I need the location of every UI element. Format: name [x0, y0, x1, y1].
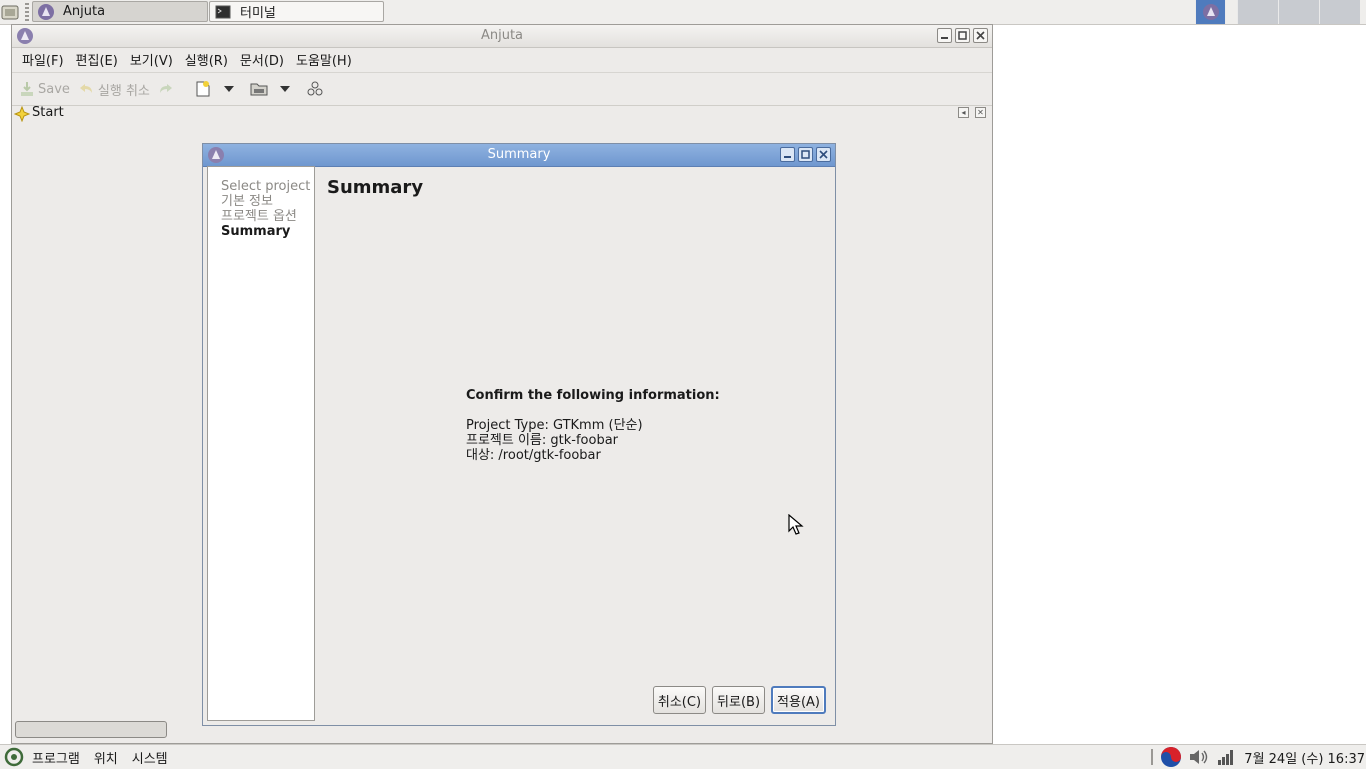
input-method-icon[interactable]	[1160, 746, 1182, 768]
info-target: 대상: /root/gtk-foobar	[466, 448, 601, 463]
new-file-icon	[196, 81, 210, 97]
new-file-dropdown[interactable]	[220, 76, 238, 102]
taskbar-item-terminal[interactable]: 터미널	[209, 1, 384, 22]
anjuta-icon	[1202, 4, 1219, 20]
tray-handle[interactable]	[1150, 748, 1154, 766]
info-project-name: 프로젝트 이름: gtk-foobar	[466, 433, 619, 448]
undo-icon	[79, 84, 92, 93]
open-button[interactable]	[250, 76, 272, 102]
step-basic-info: 기본 정보	[221, 194, 273, 209]
menu-view[interactable]: 보기(V)	[124, 50, 179, 69]
menu-system[interactable]: 시스템	[132, 748, 168, 767]
menubar: 파일(F) 편집(E) 보기(V) 실행(R) 문서(D) 도움말(H)	[12, 47, 992, 71]
chevron-down-icon	[279, 86, 290, 92]
summary-info: Project Type: GTKmm (단순) 프로젝트 이름: gtk-fo…	[466, 418, 643, 463]
system-tray: 7월 24일 (수) 16:37	[1144, 745, 1366, 769]
menu-document[interactable]: 문서(D)	[234, 50, 290, 69]
dialog-title: Summary	[487, 147, 551, 162]
page-title: Summary	[327, 177, 424, 198]
confirm-heading: Confirm the following information:	[466, 388, 720, 403]
new-file-button[interactable]	[194, 76, 216, 102]
status-progress-bar	[15, 721, 167, 738]
step-summary: Summary	[221, 224, 291, 239]
save-label: Save	[38, 81, 70, 97]
step-select-project: Select project	[221, 179, 311, 194]
window-title: Anjuta	[480, 28, 524, 43]
bottom-panel: 프로그램 위치 시스템 7월 24일 (수) 16:37	[0, 744, 1366, 769]
summary-dialog: Summary Select project 기본 정보 프로젝트 옵션 Sum…	[202, 143, 836, 726]
dialog-titlebar[interactable]: Summary	[203, 144, 835, 167]
mouse-cursor-icon	[788, 514, 804, 535]
cancel-button[interactable]: 취소(C)	[652, 686, 707, 714]
workspace-3[interactable]	[1278, 0, 1319, 24]
info-project-type: Project Type: GTKmm (단순)	[466, 418, 643, 433]
chevron-down-icon	[223, 86, 234, 92]
dialog-close-button[interactable]	[816, 147, 831, 162]
workspace-1[interactable]	[1195, 0, 1225, 24]
menu-help[interactable]: 도움말(H)	[290, 50, 358, 69]
menu-file[interactable]: 파일(F)	[16, 50, 70, 69]
workspace-separator	[1225, 0, 1237, 24]
save-icon	[21, 82, 33, 96]
panel-handle[interactable]	[25, 3, 29, 21]
undo-button[interactable]: 실행 취소	[78, 76, 150, 102]
step-project-options: 프로젝트 옵션	[221, 209, 297, 224]
network-icon[interactable]	[1216, 747, 1236, 767]
distro-logo-icon	[4, 747, 24, 767]
workspace-4[interactable]	[1319, 0, 1360, 24]
minimize-button[interactable]	[937, 28, 952, 43]
close-button[interactable]	[973, 28, 988, 43]
menu-places[interactable]: 위치	[94, 748, 118, 767]
plugins-button[interactable]	[306, 76, 328, 102]
redo-icon	[159, 84, 172, 93]
clock[interactable]: 7월 24일 (수) 16:37	[1244, 748, 1365, 767]
dialog-maximize-button[interactable]	[798, 147, 813, 162]
workspace-2[interactable]	[1237, 0, 1278, 24]
dialog-minimize-button[interactable]	[780, 147, 795, 162]
apply-button[interactable]: 적용(A)	[771, 686, 826, 714]
maximize-button[interactable]	[955, 28, 970, 43]
volume-icon[interactable]	[1188, 747, 1210, 767]
top-panel: Anjuta 터미널	[0, 0, 1366, 25]
workspace-switcher	[1195, 0, 1360, 24]
dock-iconify-button[interactable]: ◂	[958, 107, 969, 118]
redo-button[interactable]	[158, 76, 178, 102]
open-dropdown[interactable]	[276, 76, 294, 102]
dock-close-button[interactable]: ✕	[975, 107, 986, 118]
dock-title: Start	[32, 105, 64, 120]
terminal-icon	[214, 3, 232, 21]
wizard-step-list: Select project 기본 정보 프로젝트 옵션 Summary	[207, 166, 315, 721]
menu-programs[interactable]: 프로그램	[32, 748, 80, 767]
back-button[interactable]: 뒤로(B)	[712, 686, 766, 714]
star-icon	[13, 105, 31, 126]
anjuta-icon	[37, 3, 55, 21]
save-button[interactable]: Save	[20, 76, 70, 102]
window-titlebar[interactable]: Anjuta	[12, 25, 992, 48]
taskbar-item-label: 터미널	[240, 6, 276, 21]
taskbar-item-label: Anjuta	[63, 4, 106, 19]
undo-label: 실행 취소	[97, 83, 150, 99]
toolbar: Save 실행 취소	[12, 72, 992, 106]
taskbar-item-anjuta[interactable]: Anjuta	[32, 1, 208, 22]
puzzle-icon	[307, 81, 323, 96]
folder-icon	[250, 83, 268, 96]
menu-edit[interactable]: 편집(E)	[70, 50, 124, 69]
dock-header: Start ◂ ✕	[12, 105, 992, 123]
show-desktop-icon[interactable]	[1, 3, 21, 21]
menu-run[interactable]: 실행(R)	[179, 50, 234, 69]
